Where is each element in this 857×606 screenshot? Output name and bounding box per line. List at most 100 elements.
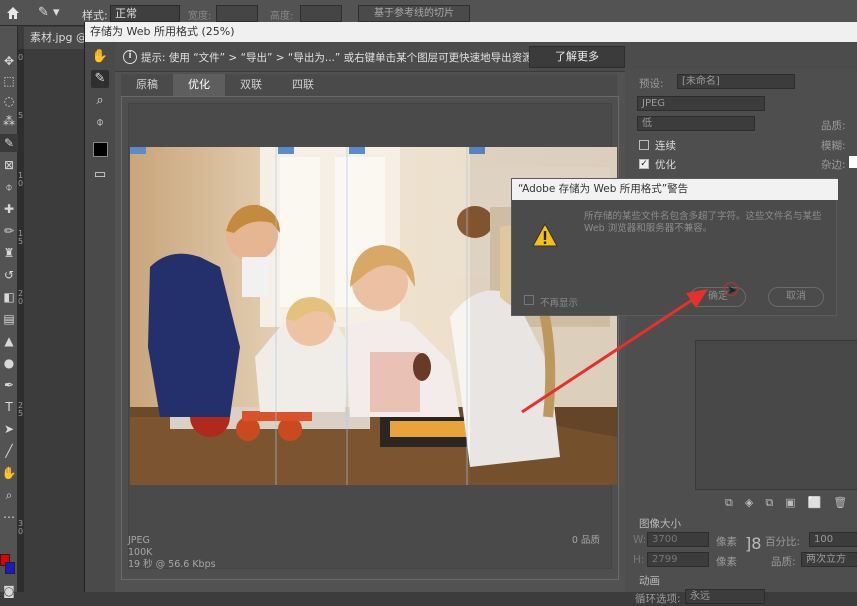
- toggle-slices-icon[interactable]: ▭: [91, 166, 109, 184]
- dont-show-label: 不再显示: [540, 298, 579, 309]
- eyedropper-icon[interactable]: ⌽: [91, 114, 109, 132]
- optimized-checkbox[interactable]: ✓: [639, 159, 649, 169]
- document-tab[interactable]: 素材.jpg @: [24, 27, 84, 49]
- width-label: W:: [633, 534, 647, 546]
- vertical-ruler: 0 5 1 0 1 5 2 0 2 5 3 0: [18, 49, 24, 592]
- width-label: 宽度:: [188, 11, 212, 22]
- history-brush-icon[interactable]: ↺: [0, 266, 18, 284]
- ruler-mark: 5: [18, 409, 24, 418]
- eraser-tool-icon[interactable]: ◧: [0, 288, 18, 306]
- eyedropper-tool-icon[interactable]: ⌽: [0, 178, 18, 196]
- info-format: JPEG: [128, 535, 150, 546]
- percent-label: 百分比:: [765, 536, 801, 548]
- hand-icon[interactable]: ✋: [91, 48, 109, 66]
- preset-select[interactable]: [未命名]: [677, 74, 795, 89]
- quality-preset-select[interactable]: 低: [637, 116, 755, 131]
- tab-optimized[interactable]: 优化: [173, 74, 225, 96]
- loop-label: 循环选项:: [635, 593, 681, 605]
- dialog-toolbar: ✋ ✎ ⌕ ⌽ ▭: [85, 42, 115, 592]
- style-select[interactable]: 正常: [110, 5, 180, 22]
- resample-select[interactable]: 两次立方: [801, 552, 857, 567]
- warning-title: “Adobe 存储为 Web 所用格式”警告: [512, 179, 838, 200]
- hint-bar: i 提示: 使用 “文件” > “导出” > “导出为...” 或右键单击某个图…: [115, 42, 857, 72]
- optimization-info: JPEG 100K 19 秒 @ 56.6 Kbps 0 品质: [128, 535, 612, 575]
- info-icon: i: [123, 50, 137, 64]
- resample-label: 品质:: [771, 556, 796, 568]
- blur-tool-icon[interactable]: ▲: [0, 332, 18, 350]
- dodge-tool-icon[interactable]: ●: [0, 354, 18, 372]
- healing-tool-icon[interactable]: ✚: [0, 200, 18, 218]
- width-input[interactable]: 3700: [647, 532, 709, 547]
- move-tool-icon[interactable]: ✥: [0, 52, 18, 70]
- height-input[interactable]: [300, 5, 342, 22]
- learn-more-button[interactable]: 了解更多: [529, 46, 625, 68]
- settings-panel: 预设: [未命名] JPEG 低 品质: 连续 模糊: ✓ 优化 杂边: ⧉◈⧉…: [625, 70, 857, 605]
- marquee-tool-icon[interactable]: ⬚: [0, 72, 18, 90]
- ruler-mark: 0: [18, 297, 24, 306]
- cursor-icon: ➤: [727, 283, 738, 297]
- format-select[interactable]: JPEG: [637, 96, 765, 111]
- cancel-button[interactable]: 取消: [768, 287, 824, 307]
- hint-text: 提示: 使用 “文件” > “导出” > “导出为...” 或右键单击某个图层可…: [141, 52, 533, 64]
- height-label: 高度:: [270, 11, 294, 22]
- slice-tool-icon[interactable]: ✎ ▾: [38, 5, 60, 21]
- lasso-tool-icon[interactable]: ◌: [0, 92, 18, 110]
- progressive-checkbox[interactable]: [639, 140, 649, 150]
- quick-select-tool-icon[interactable]: ⁂: [0, 112, 18, 130]
- image-size-header: 图像大小: [639, 518, 681, 530]
- ruler-mark: 0: [18, 53, 24, 62]
- matte-label: 杂边:: [821, 159, 846, 171]
- loop-select[interactable]: 永远: [685, 589, 765, 604]
- ruler-mark: 5: [18, 111, 24, 120]
- zoom-icon[interactable]: ⌕: [91, 92, 109, 110]
- dialog-title: 存储为 Web 所用格式 (25%): [85, 22, 857, 42]
- type-tool-icon[interactable]: T: [0, 398, 18, 416]
- preset-label: 预设:: [639, 78, 664, 90]
- info-time[interactable]: 19 秒 @ 56.6 Kbps: [128, 559, 612, 571]
- color-table-actions[interactable]: ⧉◈⧉▣⬜🗑: [725, 496, 857, 510]
- link-icon[interactable]: ]8: [745, 534, 761, 553]
- height-label: H:: [633, 554, 645, 566]
- tab-4up[interactable]: 四联: [277, 74, 329, 96]
- matte-swatch[interactable]: [849, 156, 857, 168]
- animation-header: 动画: [639, 575, 660, 587]
- warning-dialog: “Adobe 存储为 Web 所用格式”警告 所存储的某些文件名包含多超了字符。…: [511, 178, 838, 316]
- height-unit: 像素: [716, 556, 737, 568]
- progressive-label: 连续: [655, 140, 676, 152]
- color-table: [695, 340, 857, 490]
- hand-tool-icon[interactable]: ✋: [0, 464, 18, 482]
- eyedropper-color-swatch[interactable]: [93, 142, 108, 157]
- width-unit: 像素: [716, 536, 737, 548]
- background-color-swatch[interactable]: [5, 562, 15, 574]
- zoom-tool-icon[interactable]: ⌕: [0, 486, 18, 504]
- ruler-mark: 0: [18, 527, 24, 536]
- warning-icon: [532, 222, 558, 247]
- quick-mask-icon[interactable]: ◙: [0, 582, 18, 600]
- info-size: 100K: [128, 547, 153, 558]
- stamp-tool-icon[interactable]: ♜: [0, 244, 18, 262]
- gradient-tool-icon[interactable]: ▤: [0, 310, 18, 328]
- info-quality: 0 品质: [571, 535, 600, 546]
- ruler-mark: 0: [18, 179, 24, 188]
- width-input[interactable]: [216, 5, 258, 22]
- dont-show-checkbox[interactable]: [524, 295, 534, 305]
- height-input[interactable]: 2799: [647, 552, 709, 567]
- line-tool-icon[interactable]: ╱: [0, 442, 18, 460]
- frame-tool-icon[interactable]: ⊠: [0, 156, 18, 174]
- brush-tool-icon[interactable]: ✏: [0, 222, 18, 240]
- tab-original[interactable]: 原稿: [121, 74, 173, 96]
- warning-message: 所存储的某些文件名包含多超了字符。这些文件名与某些 Web 浏览器和服务器不兼容…: [584, 211, 822, 234]
- home-icon[interactable]: [4, 4, 22, 22]
- slice-tool-icon[interactable]: ✎: [0, 134, 18, 152]
- percent-input[interactable]: 100: [809, 532, 857, 547]
- preview-area: JPEG 100K 19 秒 @ 56.6 Kbps 0 品质: [121, 96, 619, 580]
- slices-from-guides-button[interactable]: 基于参考线的切片: [358, 5, 470, 22]
- slice-select-icon[interactable]: ✎: [91, 70, 109, 88]
- quality-label: 品质:: [821, 120, 846, 132]
- more-tools-icon[interactable]: ⋯: [0, 508, 18, 526]
- tab-2up[interactable]: 双联: [225, 74, 277, 96]
- pen-tool-icon[interactable]: ✒: [0, 376, 18, 394]
- blur-label: 模糊:: [821, 140, 846, 152]
- path-select-tool-icon[interactable]: ➤: [0, 420, 18, 438]
- ruler-mark: 5: [18, 237, 24, 246]
